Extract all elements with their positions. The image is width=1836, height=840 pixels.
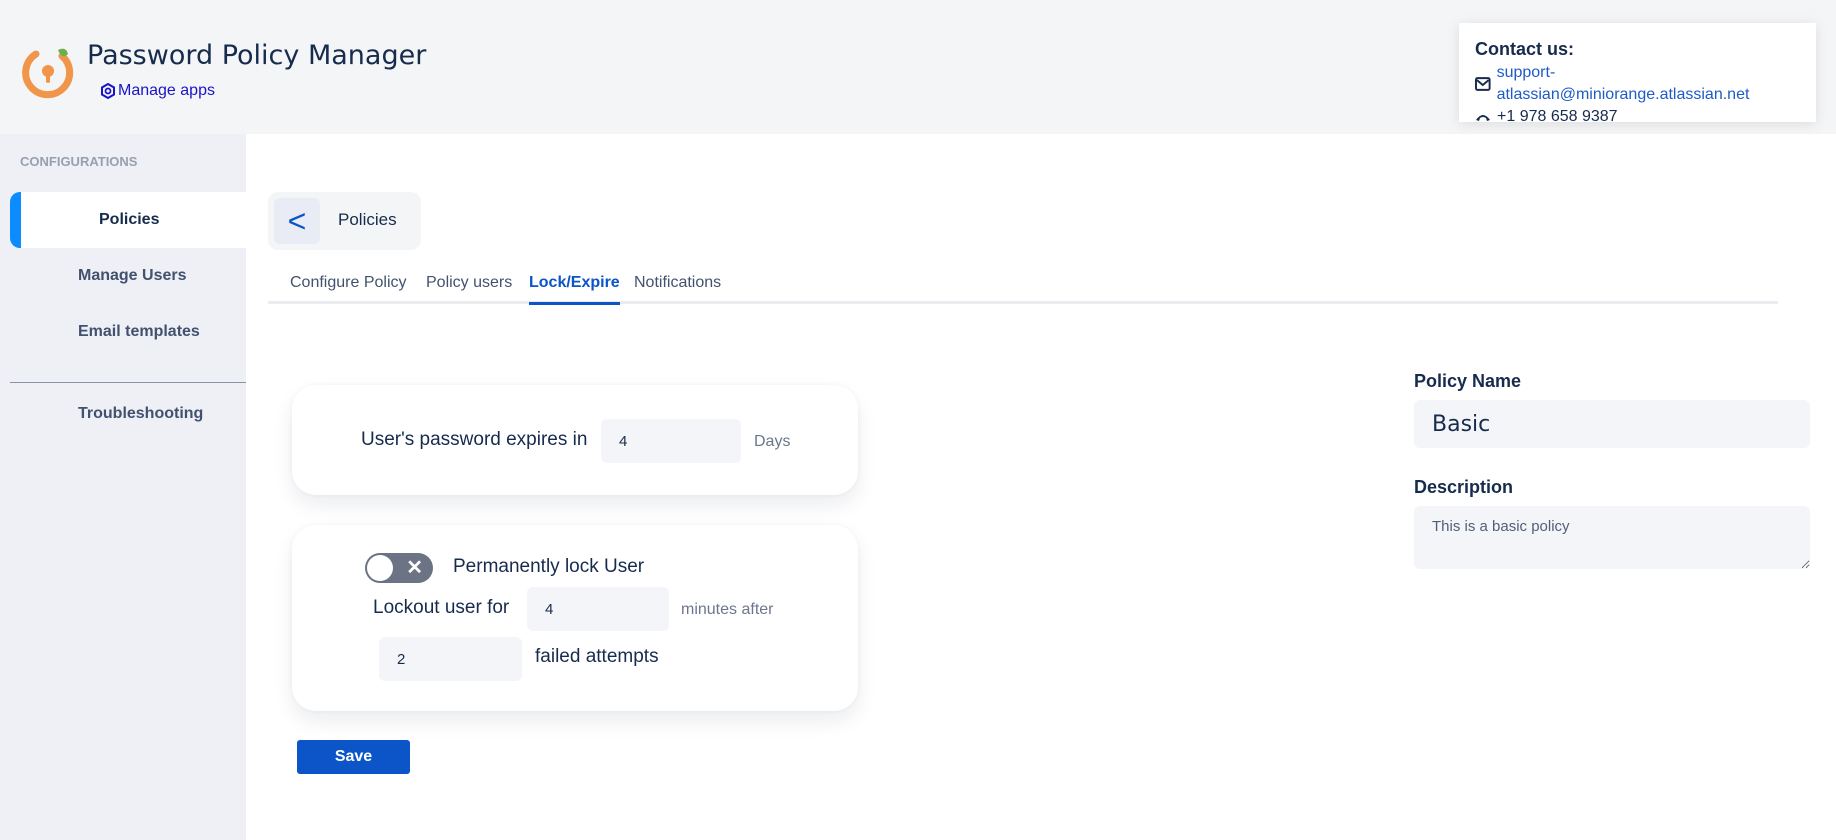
app-logo-icon xyxy=(22,48,74,99)
expiry-label: User's password expires in xyxy=(361,429,588,450)
expiry-unit: Days xyxy=(754,433,791,450)
sidebar-item-label: Troubleshooting xyxy=(78,405,204,422)
sidebar-item-label: Email templates xyxy=(78,323,200,340)
lockout-card: ✕ Permanently lock User Lockout user for… xyxy=(292,525,858,711)
tab-notifications[interactable]: Notifications xyxy=(634,274,721,302)
contact-phone: +1 978 658 9387 xyxy=(1497,108,1618,125)
sidebar-item-policies[interactable]: Policies xyxy=(10,192,246,248)
back-button[interactable]: < xyxy=(274,198,320,244)
manage-apps-label: Manage apps xyxy=(118,82,215,99)
expiry-card: User's password expires in Days xyxy=(292,385,858,495)
contact-title: Contact us: xyxy=(1475,39,1574,59)
lockout-minutes-input[interactable] xyxy=(527,587,669,631)
toggle-knob xyxy=(367,555,393,581)
chevron-left-icon: < xyxy=(287,202,307,239)
sidebar-item-email-templates[interactable]: Email templates xyxy=(10,304,246,360)
policy-name-label: Policy Name xyxy=(1414,371,1522,391)
sidebar-section-label: CONFIGURATIONS xyxy=(20,154,138,169)
manage-apps-link[interactable]: Manage apps xyxy=(100,82,215,100)
page-header: < Policies xyxy=(268,192,421,250)
permanent-lock-toggle[interactable]: ✕ xyxy=(365,553,433,583)
permanent-lock-label: Permanently lock User xyxy=(453,556,645,577)
policy-name-input[interactable] xyxy=(1414,400,1810,448)
description-label: Description xyxy=(1414,477,1514,497)
expiry-days-input[interactable] xyxy=(601,419,741,463)
tab-configure-policy[interactable]: Configure Policy xyxy=(290,274,407,302)
failed-attempts-input[interactable] xyxy=(379,637,522,681)
page-title: Policies xyxy=(338,210,397,229)
tab-policy-users[interactable]: Policy users xyxy=(426,274,512,302)
save-button[interactable]: Save xyxy=(297,740,410,774)
contact-email-link[interactable]: support-atlassian@miniorange.atlassian.n… xyxy=(1497,62,1800,106)
contact-box: Contact us: support-atlassian@miniorange… xyxy=(1459,23,1816,125)
settings-hex-icon xyxy=(101,83,115,99)
close-icon: ✕ xyxy=(406,557,423,579)
mail-icon xyxy=(1475,77,1491,91)
tab-bar: Configure Policy Policy users Lock/Expir… xyxy=(268,268,1778,305)
sidebar-item-label: Manage Users xyxy=(78,267,187,284)
sidebar: CONFIGURATIONS Policies Manage Users Ema… xyxy=(0,134,246,840)
lockout-label: Lockout user for xyxy=(373,597,510,618)
sidebar-divider xyxy=(10,382,246,383)
app-title: Password Policy Manager xyxy=(87,40,427,71)
phone-icon xyxy=(1476,115,1490,121)
failed-attempts-label: failed attempts xyxy=(535,646,659,667)
minutes-after-label: minutes after xyxy=(681,601,774,618)
sidebar-item-manage-users[interactable]: Manage Users xyxy=(10,248,246,304)
tab-lock-expire[interactable]: Lock/Expire xyxy=(529,274,620,305)
header: Password Policy Manager Manage apps Cont… xyxy=(0,0,1836,134)
sidebar-item-troubleshooting[interactable]: Troubleshooting xyxy=(10,386,246,442)
description-textarea[interactable]: This is a basic policy xyxy=(1414,506,1810,569)
sidebar-item-label: Policies xyxy=(99,211,160,228)
